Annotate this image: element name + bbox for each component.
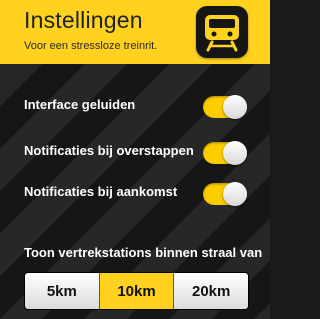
page-title: Instellingen bbox=[24, 7, 143, 33]
radius-option-5km[interactable]: 5km bbox=[25, 273, 100, 309]
toggle-knob bbox=[223, 95, 247, 119]
setting-label-transfer-notifications: Notificaties bij overstappen bbox=[24, 143, 194, 158]
toggle-knob bbox=[223, 182, 247, 206]
radius-option-20km[interactable]: 20km bbox=[174, 273, 248, 309]
radius-option-10km[interactable]: 10km bbox=[99, 273, 175, 309]
setting-label-arrival-notifications: Notificaties bij aankomst bbox=[24, 184, 178, 199]
train-icon bbox=[196, 6, 248, 58]
toggle-interface-sounds[interactable] bbox=[203, 95, 247, 119]
toggle-arrival-notifications[interactable] bbox=[203, 182, 247, 206]
setting-label-interface-sounds: Interface geluiden bbox=[24, 97, 136, 112]
header: Instellingen Voor een stressloze treinri… bbox=[0, 0, 270, 64]
toggle-knob bbox=[223, 141, 247, 165]
radius-segmented-control: 5km 10km 20km bbox=[24, 272, 249, 310]
toggle-transfer-notifications[interactable] bbox=[203, 141, 247, 165]
radius-label: Toon vertrekstations binnen straal van bbox=[24, 245, 263, 260]
page-subtitle: Voor een stressloze treinrit. bbox=[24, 40, 158, 52]
